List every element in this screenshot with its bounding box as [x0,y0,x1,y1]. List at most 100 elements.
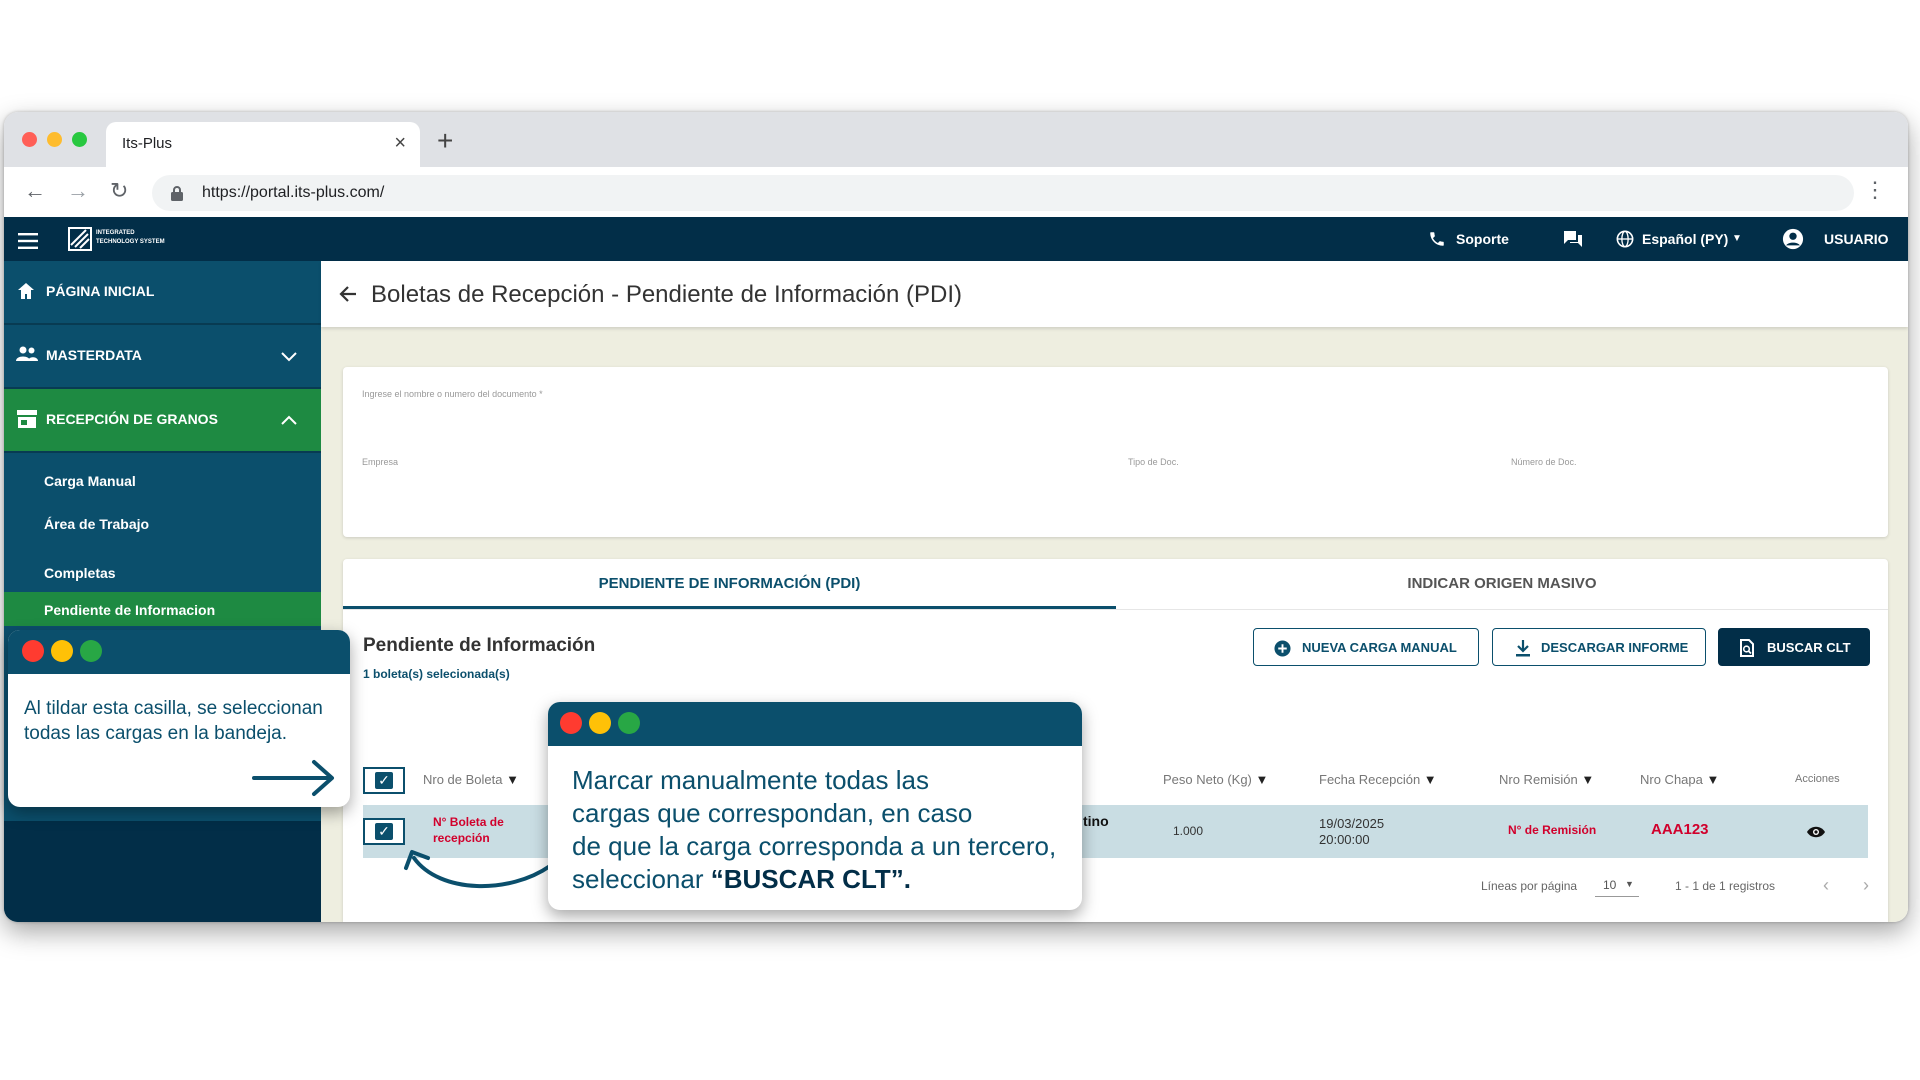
minimize-window-dot[interactable] [47,132,62,147]
search-field-label: Ingrese el nombre o numero del documento… [362,389,543,399]
checkmark-icon: ✓ [375,823,393,840]
back-arrow-icon[interactable] [339,285,357,303]
sidebar-subitem-area-trabajo[interactable]: Área de Trabajo [44,516,149,532]
home-icon [18,283,34,299]
people-icon [16,346,38,361]
next-page-icon[interactable]: › [1863,875,1869,896]
th-nro-boleta-label: Nro de Boleta [423,772,503,787]
sidebar-home-label: PÁGINA INICIAL [46,283,155,299]
callout-line-4-pre: seleccionar [572,864,711,894]
new-manual-label: NUEVA CARGA MANUAL [1302,640,1457,655]
callout-manual-select: Marcar manualmente todas las cargas que … [548,702,1082,910]
address-bar[interactable]: https://portal.its-plus.com/ [152,175,1854,211]
hamburger-menu-icon[interactable] [18,233,38,249]
page-title: Boletas de Recepción - Pendiente de Info… [371,281,962,308]
selected-count: 1 boleta(s) selecionada(s) [363,667,510,681]
browser-tab-bar: Its-Plus × + [4,112,1908,167]
account-circle-icon [1782,228,1804,250]
sidebar-subitem-pendiente-label: Pendiente de Informacion [44,602,216,618]
sidebar-subitem-pendiente[interactable]: Pendiente de Informacion [4,592,321,626]
tab-bar: PENDIENTE DE INFORMACIÓN (PDI) INDICAR O… [343,559,1888,610]
globe-icon [1616,230,1634,248]
logo: INTEGRATED TECHNOLOGY SYSTEM [68,227,188,251]
callout-manual-select-text: Marcar manualmente todas las cargas que … [572,764,1072,896]
eye-icon[interactable] [1806,825,1826,839]
close-tab-icon[interactable]: × [394,132,406,155]
cell-partial-text: tino [1083,813,1109,829]
rows-per-page-label: Líneas por página [1481,879,1578,893]
sidebar-item-reception[interactable]: RECEPCIÓN DE GRANOS [4,389,321,453]
th-peso-neto-label: Peso Neto (Kg) [1163,772,1252,787]
company-input[interactable] [362,469,1082,493]
th-fecha-recepcion-label: Fecha Recepción [1319,772,1421,787]
download-report-button[interactable]: DESCARGAR INFORME [1492,628,1706,666]
doc-type-input[interactable] [1128,469,1468,493]
caret-down-icon: ▼ [1625,879,1634,889]
red-dot-icon [22,640,44,662]
support-label: Soporte [1456,231,1509,247]
th-nro-boleta[interactable]: Nro de Boleta ▼ [423,772,519,787]
callout-line-4: seleccionar “BUSCAR CLT”. [572,863,1072,896]
new-tab-icon[interactable]: + [437,127,453,155]
th-nro-remision-label: Nro Remisión [1499,772,1578,787]
back-icon[interactable]: ← [24,177,46,205]
filter-icon[interactable]: ▼ [1256,772,1269,787]
sidebar-subitem-carga-manual[interactable]: Carga Manual [44,473,136,489]
document-search-icon [1740,639,1754,657]
green-dot-icon [618,712,640,734]
prev-page-icon[interactable]: ‹ [1823,875,1829,896]
maximize-window-dot[interactable] [72,132,87,147]
filter-card: Ingrese el nombre o numero del documento… [343,367,1888,537]
filter-icon[interactable]: ▼ [1581,772,1594,787]
chevron-down-icon [281,352,297,362]
arrow-right-icon [252,760,334,796]
company-field-label: Empresa [362,457,399,467]
logo-mark-icon [68,227,92,251]
top-nav: INTEGRATED TECHNOLOGY SYSTEM Soporte Esp… [4,217,1908,261]
browser-menu-icon[interactable]: ⋮ [1864,179,1886,201]
sidebar: PÁGINA INICIAL MASTERDATA RECEPCIÓN DE G… [4,261,321,922]
search-input[interactable] [362,403,1862,427]
action-buttons: NUEVA CARGA MANUAL DESCARGAR INFORME BUS… [343,628,1888,668]
browser-tab[interactable]: Its-Plus × [106,122,420,167]
filter-icon[interactable]: ▼ [506,772,519,787]
forward-icon[interactable]: → [67,177,89,205]
reload-icon[interactable]: ↻ [110,177,128,205]
callout-line-4-bold: “BUSCAR CLT”. [710,864,912,894]
sidebar-reception-label: RECEPCIÓN DE GRANOS [46,411,218,427]
browser-toolbar: ← → ↻ https://portal.its-plus.com/ ⋮ [4,167,1908,217]
row-checkbox[interactable]: ✓ [363,818,405,845]
lock-icon [171,186,183,201]
th-nro-remision[interactable]: Nro Remisión ▼ [1499,772,1594,787]
rows-per-page-select[interactable]: 10 ▼ [1595,874,1639,897]
tab-origen-masivo[interactable]: INDICAR ORIGEN MASIVO [1116,559,1888,609]
logo-text-1: INTEGRATED [96,230,135,236]
download-report-label: DESCARGAR INFORME [1541,640,1689,655]
select-all-checkbox[interactable]: ✓ [363,767,405,794]
sidebar-item-masterdata[interactable]: MASTERDATA [4,325,321,389]
search-clt-button[interactable]: BUSCAR CLT [1718,628,1870,666]
doc-type-field-label: Tipo de Doc. [1128,457,1179,467]
store-icon [17,410,37,428]
th-nro-chapa[interactable]: Nro Chapa ▼ [1640,772,1719,787]
tab-pendiente[interactable]: PENDIENTE DE INFORMACIÓN (PDI) [343,559,1116,609]
chat-icon[interactable] [1562,229,1584,249]
filter-icon[interactable]: ▼ [1707,772,1720,787]
callout-title-bar [8,630,350,674]
callout-select-all: Al tildar esta casilla, se seleccionan t… [8,630,350,807]
doc-number-input[interactable] [1511,469,1861,493]
page-range: 1 - 1 de 1 registros [1675,879,1776,893]
search-clt-label: BUSCAR CLT [1767,640,1851,655]
sidebar-footer [4,821,321,922]
pagination: Líneas por página 10 ▼ 1 - 1 de 1 regist… [1463,871,1883,901]
new-manual-button[interactable]: NUEVA CARGA MANUAL [1253,628,1479,666]
sidebar-subitem-completas[interactable]: Completas [44,565,116,581]
callout-line-3: de que la carga corresponda a un tercero… [572,831,1057,861]
close-window-dot[interactable] [22,132,37,147]
th-peso-neto[interactable]: Peso Neto (Kg) ▼ [1163,772,1268,787]
sidebar-item-home[interactable]: PÁGINA INICIAL [4,261,321,325]
cell-boleta-line-1: N° Boleta de [433,815,504,829]
th-fecha-recepcion[interactable]: Fecha Recepción ▼ [1319,772,1437,787]
filter-icon[interactable]: ▼ [1424,772,1437,787]
curved-arrow-icon [404,850,552,889]
